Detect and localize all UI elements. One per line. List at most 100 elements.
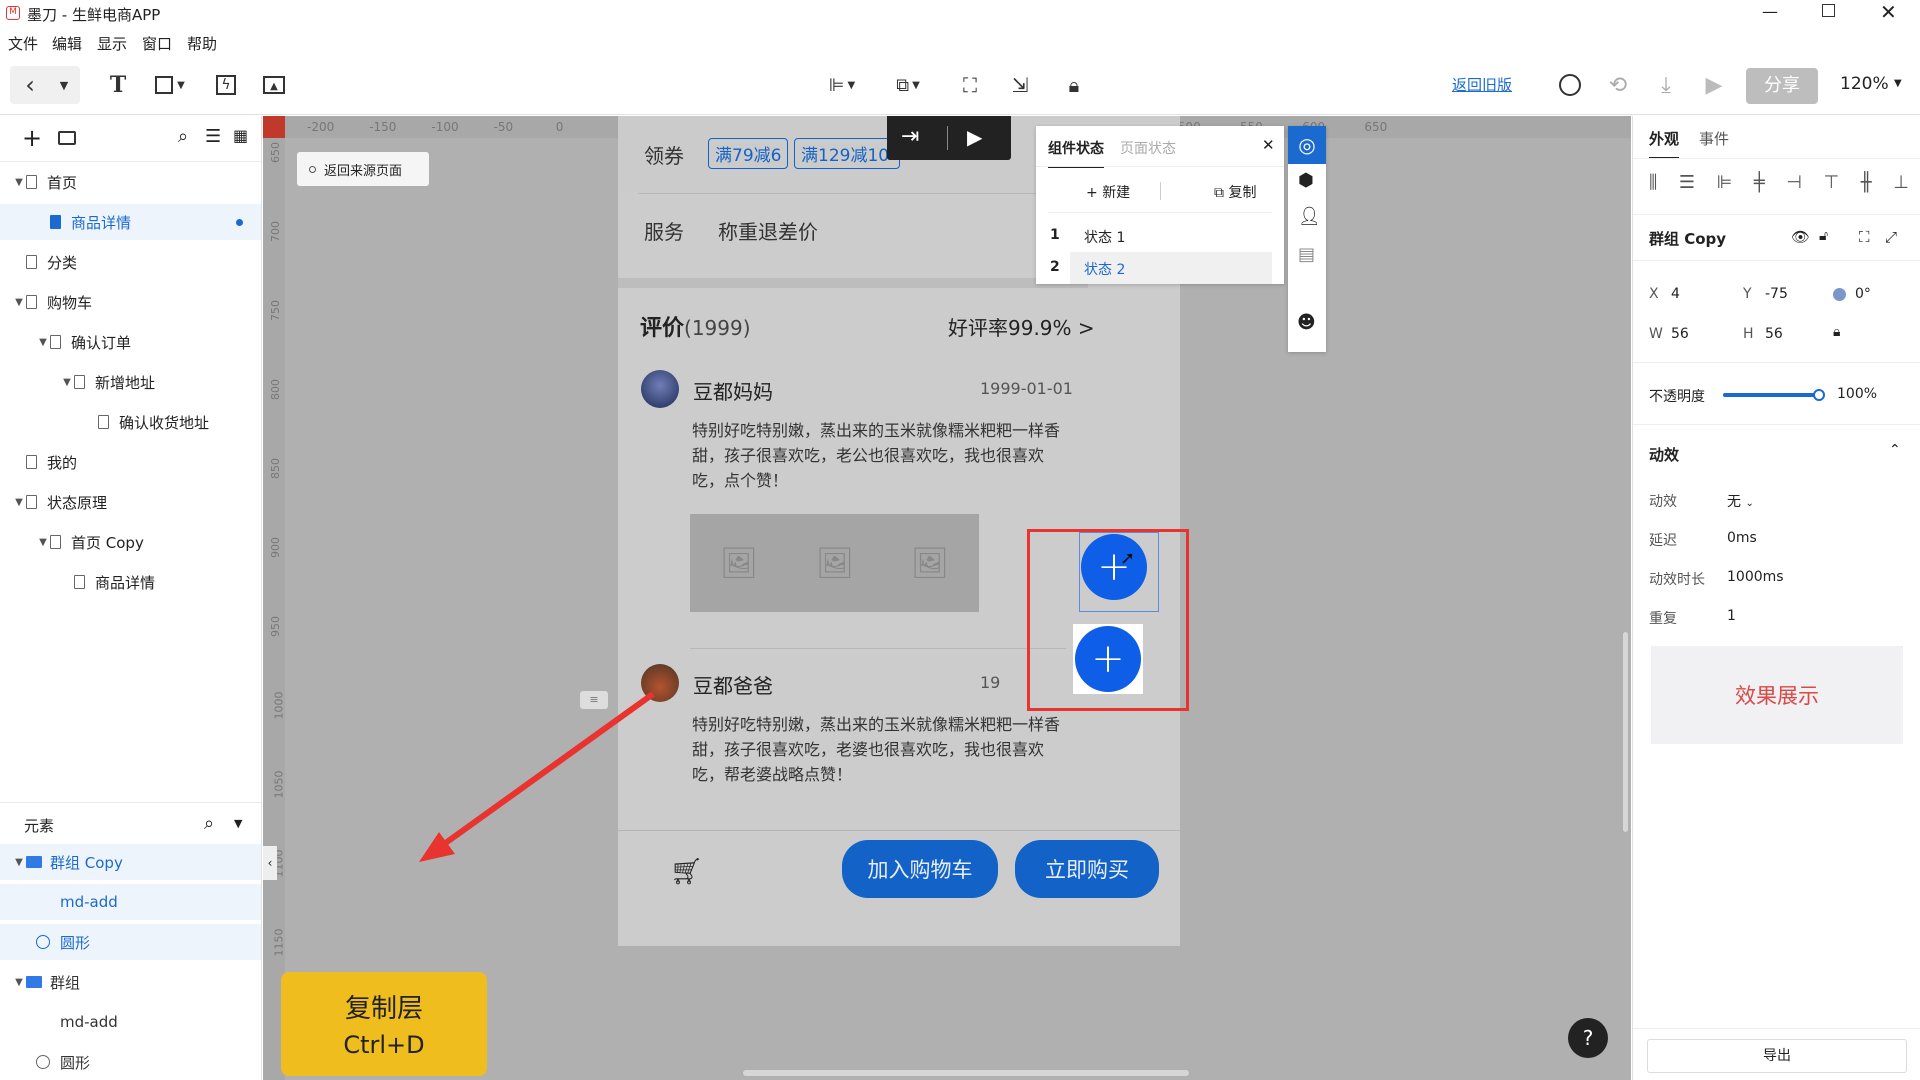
copy-state-button[interactable]: ⧉ 复制 bbox=[1214, 182, 1256, 202]
user-icon[interactable] bbox=[1554, 69, 1586, 101]
tab-events[interactable]: 事件 bbox=[1699, 128, 1729, 149]
y-input[interactable]: -75 bbox=[1765, 286, 1788, 302]
opacity-slider[interactable] bbox=[1723, 393, 1819, 397]
menu-edit[interactable]: 编辑 bbox=[52, 33, 82, 54]
buy-now-button[interactable]: 立即购买 bbox=[1015, 840, 1159, 898]
text-tool-icon[interactable]: T bbox=[102, 69, 134, 101]
x-input[interactable]: 4 bbox=[1671, 286, 1680, 302]
page-tree-item[interactable]: ▼ 首页 Copy bbox=[0, 524, 261, 560]
page-tree-item[interactable]: 商品详情 bbox=[0, 564, 261, 600]
expand-icon[interactable]: ⤢ bbox=[1885, 228, 1897, 246]
element-tree-item[interactable]: 圆形 bbox=[0, 924, 261, 960]
crop-icon[interactable]: ⛶ bbox=[1859, 228, 1870, 246]
page-tree-item[interactable]: ▼ 确认订单 bbox=[0, 324, 261, 360]
caret-icon[interactable]: ▼ bbox=[36, 537, 50, 548]
state-item[interactable]: 2 状态 2 bbox=[1036, 252, 1272, 284]
transform-icon[interactable]: ⇲ bbox=[1004, 69, 1036, 101]
page-tree-item[interactable]: ▼ 新增地址 bbox=[0, 364, 261, 400]
h-input[interactable]: 56 bbox=[1765, 326, 1783, 342]
delay-input[interactable]: 0ms bbox=[1727, 530, 1757, 546]
canvas[interactable]: -200-150-100-500501001502002503003504004… bbox=[263, 116, 1631, 1080]
align-icon[interactable]: ⊫ ▼ bbox=[822, 69, 862, 101]
coupon-badge-1[interactable]: 满79减6 bbox=[708, 138, 789, 169]
repeat-input[interactable]: 1 bbox=[1727, 608, 1736, 624]
effect-preview-box[interactable]: 效果展示 bbox=[1651, 646, 1903, 744]
layer-name[interactable]: 群组 Copy bbox=[1649, 228, 1726, 249]
back-old-version-link[interactable]: 返回旧版 bbox=[1452, 74, 1512, 95]
layer-lock-icon[interactable]: 🔓︎ bbox=[1819, 228, 1828, 244]
menu-window[interactable]: 窗口 bbox=[142, 33, 172, 54]
menu-file[interactable]: 文件 bbox=[8, 33, 38, 54]
menu-help[interactable]: 帮助 bbox=[187, 33, 217, 54]
align-center-v-icon[interactable]: ╫ bbox=[1861, 172, 1872, 202]
back-source-button[interactable]: 返回来源页面 bbox=[297, 152, 429, 186]
page-tree-item[interactable]: 确认收货地址 bbox=[0, 404, 261, 440]
tab-component-state[interactable]: 组件状态 bbox=[1048, 138, 1104, 168]
review-image-1[interactable]: 🖼︎ bbox=[690, 514, 788, 612]
export-page-icon[interactable]: ⇥ bbox=[901, 124, 919, 149]
grid-view-icon[interactable]: ▦ bbox=[233, 126, 248, 145]
coupon-badge-2[interactable]: 满129减10 bbox=[794, 138, 900, 169]
arrange-icon[interactable]: ⧉ ▼ bbox=[888, 69, 928, 101]
opacity-value[interactable]: 100% bbox=[1837, 386, 1877, 402]
duration-input[interactable]: 1000ms bbox=[1727, 569, 1784, 585]
rotation-input[interactable]: 0° bbox=[1855, 286, 1871, 302]
add-page-icon[interactable]: + bbox=[22, 124, 42, 152]
element-tree-item[interactable]: md-add bbox=[0, 884, 261, 920]
review-image-2[interactable]: 🖼︎ bbox=[786, 514, 884, 612]
animation-collapse-icon[interactable]: ⌃ bbox=[1889, 442, 1901, 458]
play-icon[interactable]: ▶ bbox=[1698, 69, 1730, 101]
share-button[interactable]: 分享 bbox=[1746, 68, 1818, 104]
elements-collapse-icon[interactable]: ▼ bbox=[234, 817, 242, 830]
page-tree-item[interactable]: 商品详情 bbox=[0, 204, 261, 240]
aspect-lock-icon[interactable]: 🔒︎ bbox=[1833, 324, 1840, 340]
caret-icon[interactable]: ▼ bbox=[12, 857, 26, 868]
export-button[interactable]: 导出 bbox=[1647, 1039, 1907, 1073]
align-bottom-icon[interactable]: ⊥ bbox=[1893, 172, 1909, 202]
collapse-panel-icon[interactable]: ‹ bbox=[263, 846, 277, 880]
maximize-icon[interactable] bbox=[1822, 4, 1835, 17]
person-tool-icon[interactable]: 👤︎ bbox=[1298, 206, 1321, 227]
chevron-down-icon[interactable]: ▼ bbox=[52, 69, 76, 101]
page-tree-item[interactable]: ▼ 状态原理 bbox=[0, 484, 261, 520]
w-input[interactable]: 56 bbox=[1671, 326, 1689, 342]
fit-frame-icon[interactable]: ⛶ bbox=[954, 69, 986, 101]
page-tree-item[interactable]: ▼ 购物车 bbox=[0, 284, 261, 320]
zoom-chevron-down-icon[interactable]: ▼ bbox=[1894, 78, 1902, 89]
caret-icon[interactable]: ▼ bbox=[12, 497, 26, 508]
page-tree-item[interactable]: 我的 bbox=[0, 444, 261, 480]
search-icon[interactable]: ⌕ bbox=[178, 126, 188, 147]
caret-icon[interactable]: ▼ bbox=[12, 177, 26, 188]
hotspot-tool-icon[interactable]: ϟ bbox=[210, 69, 242, 101]
page-tree-item[interactable]: 分类 bbox=[0, 244, 261, 280]
element-tree-item[interactable]: ▼ 群组 bbox=[0, 964, 261, 1000]
align-right-icon[interactable]: ⊣ bbox=[1786, 172, 1802, 202]
canvas-v-scrollbar[interactable] bbox=[1623, 632, 1628, 832]
preview-play-icon[interactable]: ▶ bbox=[967, 125, 982, 149]
elements-search-icon[interactable]: ⌕ bbox=[204, 813, 214, 834]
caret-icon[interactable]: ▼ bbox=[60, 377, 74, 388]
state-tool-icon[interactable]: ◎ bbox=[1288, 126, 1326, 164]
emoji-tool-icon[interactable]: ☻ bbox=[1297, 312, 1316, 333]
caret-icon[interactable]: ▼ bbox=[36, 337, 50, 348]
comment-marker-icon[interactable]: ≡ bbox=[580, 691, 608, 709]
element-tree-item[interactable]: ▼ 群组 Copy bbox=[0, 844, 261, 880]
minimize-icon[interactable]: — bbox=[1762, 2, 1778, 21]
list-view-icon[interactable]: ☰ bbox=[205, 126, 221, 147]
review-image-3[interactable]: 🖼︎ bbox=[881, 514, 979, 612]
component-tool-icon[interactable]: ⬢ bbox=[1298, 170, 1314, 191]
close-panel-icon[interactable]: ✕ bbox=[1262, 136, 1275, 154]
good-rate-link[interactable]: 好评率99.9% > bbox=[948, 312, 1095, 341]
download-icon[interactable]: ⤓ bbox=[1650, 69, 1682, 101]
canvas-h-scrollbar[interactable] bbox=[743, 1070, 1189, 1076]
page-tree-item[interactable]: ▼ 首页 bbox=[0, 164, 261, 200]
state-item[interactable]: 1 状态 1 bbox=[1036, 220, 1272, 252]
zoom-level[interactable]: 120% bbox=[1840, 74, 1889, 94]
visibility-icon[interactable]: 👁︎ bbox=[1791, 228, 1810, 246]
add-to-cart-button[interactable]: 加入购物车 bbox=[842, 840, 998, 898]
new-state-button[interactable]: + 新建 bbox=[1086, 182, 1130, 202]
help-button[interactable]: ? bbox=[1568, 1018, 1608, 1058]
align-center-h-icon[interactable]: ╪ bbox=[1754, 172, 1765, 202]
caret-icon[interactable]: ▼ bbox=[12, 297, 26, 308]
shape-tool-icon[interactable]: ▼ bbox=[150, 69, 190, 101]
